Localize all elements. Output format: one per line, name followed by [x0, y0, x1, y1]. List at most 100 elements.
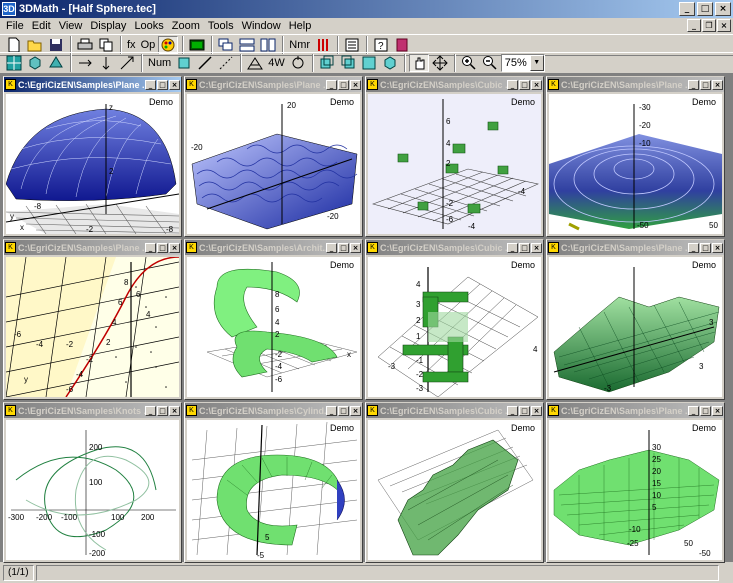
document-window[interactable]: K C:\EgriCizEN\Samples\Plane ... _ □ × 8 6… [3, 239, 182, 400]
plot-canvas[interactable]: 8 6 4 2 -6 -4 -2 4 6 -2 -4 -6 y [6, 257, 179, 397]
move-icon[interactable] [430, 54, 450, 72]
document-title-bar[interactable]: K C:\EgriCizEN\Samples\Archit... _ □ × [185, 240, 362, 255]
zoom-select[interactable]: 75% ▼ [500, 54, 545, 72]
doc-minimize-button[interactable]: _ [507, 405, 518, 416]
document-title-bar[interactable]: K C:\EgriCizEN\Samples\Cubic ... _ □ × [366, 77, 543, 92]
doc-minimize-button[interactable]: _ [688, 79, 699, 90]
plot-canvas[interactable]: 3 -3 3 Demo [549, 257, 722, 397]
zoom-out-icon[interactable] [480, 54, 500, 72]
hand-pan-icon[interactable] [408, 54, 429, 72]
doc-close-button[interactable]: × [531, 405, 542, 416]
doc-maximize-button[interactable]: □ [157, 79, 168, 90]
doc-maximize-button[interactable]: □ [519, 405, 530, 416]
doc-minimize-button[interactable]: _ [145, 405, 156, 416]
plot-canvas[interactable]: Demo [368, 420, 541, 560]
num-button[interactable]: Num [146, 54, 173, 72]
mdi-minimize-button[interactable]: _ [687, 19, 701, 32]
menu-looks[interactable]: Looks [130, 20, 167, 32]
doc-maximize-button[interactable]: □ [519, 242, 530, 253]
doc-minimize-button[interactable]: _ [688, 405, 699, 416]
document-window[interactable]: K C:\EgriCizEN\Samples\Plane ... _ □ × 3 -… [546, 239, 725, 400]
perspective-icon[interactable] [245, 54, 265, 72]
doc-minimize-button[interactable]: _ [326, 405, 337, 416]
plot-canvas[interactable]: 200 100 -300 -200 -100 100 200 -100 -200 [6, 420, 179, 560]
document-title-bar[interactable]: K C:\EgriCizEN\Samples\Cubic ... _ □ × [366, 403, 543, 418]
doc-close-button[interactable]: × [531, 79, 542, 90]
menu-zoom[interactable]: Zoom [168, 20, 204, 32]
doc-close-button[interactable]: × [350, 242, 361, 253]
doc-close-button[interactable]: × [169, 79, 180, 90]
mdi-close-button[interactable]: × [717, 19, 731, 32]
doc-minimize-button[interactable]: _ [326, 79, 337, 90]
document-title-bar[interactable]: K C:\EgriCizEN\Samples\Cylind... _ □ × [185, 403, 362, 418]
document-title-bar[interactable]: K C:\EgriCizEN\Samples\Plane ... _ □ × [4, 240, 181, 255]
doc-close-button[interactable]: × [712, 405, 723, 416]
doc-close-button[interactable]: × [169, 405, 180, 416]
doc-maximize-button[interactable]: □ [157, 405, 168, 416]
document-title-bar[interactable]: K C:\EgriCizEN\Samples\Cubic ... _ □ × [366, 240, 543, 255]
view-side-icon[interactable] [338, 54, 358, 72]
box-icon[interactable] [174, 54, 194, 72]
close-button[interactable]: × [715, 2, 731, 16]
doc-minimize-button[interactable]: _ [326, 242, 337, 253]
plot-canvas[interactable]: 20 -20 -20 Demo [187, 94, 360, 234]
maximize-button[interactable]: □ [697, 2, 713, 16]
doc-maximize-button[interactable]: □ [700, 242, 711, 253]
document-window[interactable]: K C:\EgriCizEN\Samples\Cylind... _ □ × 5 -… [184, 402, 363, 563]
plot-canvas[interactable]: 30 25 20 15 10 5 -10 -25 -50 50 Demo [549, 420, 722, 560]
menu-edit[interactable]: Edit [28, 20, 55, 32]
plot-canvas[interactable]: -30 -20 -10 -50 50 Demo [549, 94, 722, 234]
plot-canvas[interactable]: 5 -5 Demo [187, 420, 360, 560]
doc-maximize-button[interactable]: □ [157, 242, 168, 253]
document-title-bar[interactable]: K C:\EgriCizEN\Samples\Plane ... _ □ × [547, 403, 724, 418]
grid-view-icon[interactable] [4, 54, 24, 72]
document-window[interactable]: K C:\EgriCizEN\Samples\Cubic ... _ □ × 6 4… [365, 76, 544, 237]
doc-close-button[interactable]: × [169, 242, 180, 253]
chevron-down-icon[interactable]: ▼ [529, 55, 544, 71]
plot-canvas[interactable]: z 2 -8 -8 -2 y x Demo [6, 94, 179, 234]
view-front-icon[interactable] [317, 54, 337, 72]
doc-maximize-button[interactable]: □ [519, 79, 530, 90]
doc-maximize-button[interactable]: □ [700, 79, 711, 90]
menu-window[interactable]: Window [238, 20, 285, 32]
view-top-icon[interactable] [359, 54, 379, 72]
menu-view[interactable]: View [55, 20, 87, 32]
four-window-button[interactable]: 4W [266, 54, 287, 72]
menu-tools[interactable]: Tools [204, 20, 238, 32]
doc-maximize-button[interactable]: □ [338, 242, 349, 253]
minimize-button[interactable]: _ [679, 2, 695, 16]
rotate-icon[interactable] [288, 54, 308, 72]
x-axis-icon[interactable] [75, 54, 95, 72]
z-axis-icon[interactable] [117, 54, 137, 72]
doc-minimize-button[interactable]: _ [145, 79, 156, 90]
menu-file[interactable]: File [2, 20, 28, 32]
doc-minimize-button[interactable]: _ [507, 242, 518, 253]
plot-canvas[interactable]: 8 6 4 2 -2 -4 -6 x Demo [187, 257, 360, 397]
doc-close-button[interactable]: × [350, 79, 361, 90]
document-title-bar[interactable]: K C:\EgriCizEN\Samples\Plane ... _ □ × [547, 77, 724, 92]
document-title-bar[interactable]: K C:\EgriCizEN\Samples\Plane ... _ □ × [185, 77, 362, 92]
document-window[interactable]: K C:\EgriCizEN\Samples\Plane ... _ □ × 30 … [546, 402, 725, 563]
document-window[interactable]: K C:\EgriCizEN\Samples\Plane ... _ □ × -30… [546, 76, 725, 237]
document-window[interactable]: K C:\EgriCizEN\Samples\Plane ... _□× z [3, 76, 182, 237]
document-window[interactable]: K C:\EgriCizEN\Samples\Cubic ... _□× 4 [365, 239, 544, 400]
y-axis-icon[interactable] [96, 54, 116, 72]
document-title-bar[interactable]: K C:\EgriCizEN\Samples\Knots ... _ □ × [4, 403, 181, 418]
doc-close-button[interactable]: × [712, 79, 723, 90]
doc-close-button[interactable]: × [350, 405, 361, 416]
dashed-line-icon[interactable] [216, 54, 236, 72]
document-window[interactable]: K C:\EgriCizEN\Samples\Archit... _ □ × 8 6… [184, 239, 363, 400]
zoom-in-icon[interactable] [459, 54, 479, 72]
menu-display[interactable]: Display [86, 20, 130, 32]
document-window[interactable]: K C:\EgriCizEN\Samples\Cubic ... _ □ × Dem… [365, 402, 544, 563]
doc-close-button[interactable]: × [531, 242, 542, 253]
doc-minimize-button[interactable]: _ [507, 79, 518, 90]
doc-maximize-button[interactable]: □ [338, 79, 349, 90]
plot-canvas[interactable]: 6 4 2 -2 -4 -4 -6 Demo [368, 94, 541, 234]
doc-maximize-button[interactable]: □ [700, 405, 711, 416]
plot-canvas[interactable]: 4 3 2 1 -1 -2 -3 -3 4 Demo [368, 257, 541, 397]
doc-minimize-button[interactable]: _ [145, 242, 156, 253]
document-title-bar[interactable]: K C:\EgriCizEN\Samples\Plane ... _ □ × [4, 77, 181, 92]
document-title-bar[interactable]: K C:\EgriCizEN\Samples\Plane ... _ □ × [547, 240, 724, 255]
plane-view-icon[interactable] [46, 54, 66, 72]
